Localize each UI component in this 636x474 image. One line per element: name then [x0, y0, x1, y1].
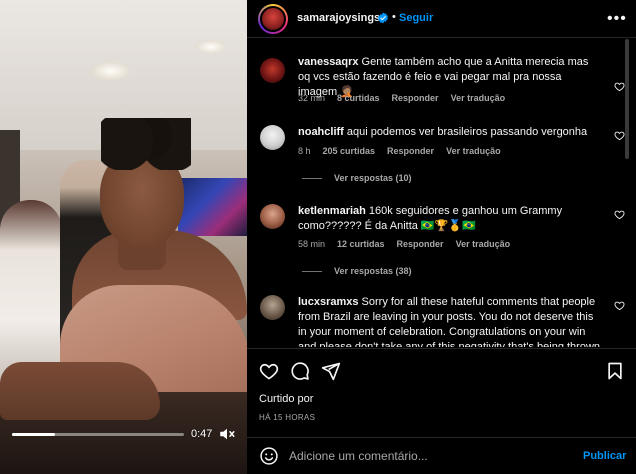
- bookmark-icon[interactable]: [605, 361, 625, 381]
- comment-text-block: noahcliff aqui podemos ver brasileiros pa…: [298, 125, 598, 140]
- comment-username[interactable]: lucxsramxs: [298, 296, 359, 308]
- view-replies-button[interactable]: Ver respostas (38): [302, 266, 412, 276]
- add-comment-bar: Publicar: [247, 437, 636, 474]
- header-separator: •: [392, 11, 396, 23]
- translate-button[interactable]: Ver tradução: [456, 239, 511, 249]
- follow-button[interactable]: Seguir: [399, 12, 433, 24]
- comment-text: aqui podemos ver brasileiros passando ve…: [346, 126, 588, 138]
- comment-username[interactable]: vanessaqrx: [298, 56, 359, 68]
- comment-meta: 8 h 205 curtidas Responder Ver tradução: [298, 146, 513, 156]
- video-frame-tv: [178, 178, 247, 236]
- comment-input[interactable]: [289, 446, 579, 466]
- comment-meta: 32 min 8 curtidas Responder Ver tradução: [298, 93, 517, 103]
- avatar[interactable]: [260, 295, 285, 320]
- translate-button[interactable]: Ver tradução: [451, 93, 506, 103]
- video-time: 0:47: [191, 428, 213, 440]
- post-panel: samarajoysings • Seguir ••• vanessaqrx Ge…: [247, 0, 636, 474]
- reply-button[interactable]: Responder: [397, 239, 444, 249]
- heart-icon[interactable]: [614, 81, 625, 92]
- heart-icon[interactable]: [614, 130, 625, 141]
- comment-likes[interactable]: 8 curtidas: [337, 93, 380, 103]
- reply-button[interactable]: Responder: [387, 146, 434, 156]
- avatar[interactable]: [258, 4, 288, 34]
- video-frame-hair: [101, 118, 191, 170]
- avatar[interactable]: [260, 204, 285, 229]
- video-player[interactable]: 0:47: [0, 0, 247, 474]
- comment-meta: 58 min 12 curtidas Responder Ver tradução: [298, 239, 522, 249]
- video-progress-bar[interactable]: [12, 433, 184, 436]
- view-replies-label: Ver respostas (38): [334, 266, 412, 276]
- post-author-username[interactable]: samarajoysings: [297, 12, 380, 24]
- comments-list[interactable]: vanessaqrx Gente também acho que a Anitta…: [247, 39, 636, 347]
- video-frame-hand: [0, 362, 160, 420]
- comment-likes[interactable]: 12 curtidas: [337, 239, 385, 249]
- view-replies-button[interactable]: Ver respostas (10): [302, 173, 412, 183]
- heart-icon[interactable]: [614, 209, 625, 220]
- video-frame-light: [92, 62, 130, 80]
- liked-by-label[interactable]: Curtido por: [259, 393, 313, 405]
- replies-line: [302, 271, 322, 273]
- like-heart-icon[interactable]: [259, 361, 279, 381]
- more-options-icon[interactable]: •••: [607, 10, 627, 28]
- emoji-icon[interactable]: [259, 446, 279, 466]
- reply-button[interactable]: Responder: [392, 93, 439, 103]
- verified-badge-icon: [378, 12, 388, 24]
- video-progress-fill: [12, 433, 55, 436]
- comment-username[interactable]: noahcliff: [298, 126, 344, 138]
- comment-time[interactable]: 58 min: [298, 239, 325, 249]
- comment-time[interactable]: 32 min: [298, 93, 325, 103]
- share-send-icon[interactable]: [321, 361, 341, 381]
- muted-speaker-icon[interactable]: [218, 425, 236, 443]
- heart-icon[interactable]: [614, 300, 625, 311]
- comment-time[interactable]: 8 h: [298, 146, 311, 156]
- avatar[interactable]: [260, 125, 285, 150]
- comment-username[interactable]: ketlenmariah: [298, 205, 366, 217]
- comment-bubble-icon[interactable]: [290, 361, 310, 381]
- comments-scrollbar[interactable]: [625, 39, 629, 159]
- post-time-ago[interactable]: HÁ 15 HORAS: [259, 413, 315, 422]
- post-actions: Curtido por HÁ 15 HORAS: [247, 348, 636, 442]
- translate-button[interactable]: Ver tradução: [446, 146, 501, 156]
- replies-line: [302, 178, 322, 180]
- comment-text-block: lucxsramxs Sorry for all these hateful co…: [298, 295, 603, 347]
- publish-button[interactable]: Publicar: [583, 450, 626, 462]
- avatar[interactable]: [260, 58, 285, 83]
- video-frame-light: [196, 40, 226, 54]
- post-header: samarajoysings • Seguir •••: [247, 0, 636, 38]
- view-replies-label: Ver respostas (10): [334, 173, 412, 183]
- comment-likes[interactable]: 205 curtidas: [323, 146, 376, 156]
- comment-text-block: ketlenmariah 160k seguidores e ganhou um …: [298, 204, 583, 234]
